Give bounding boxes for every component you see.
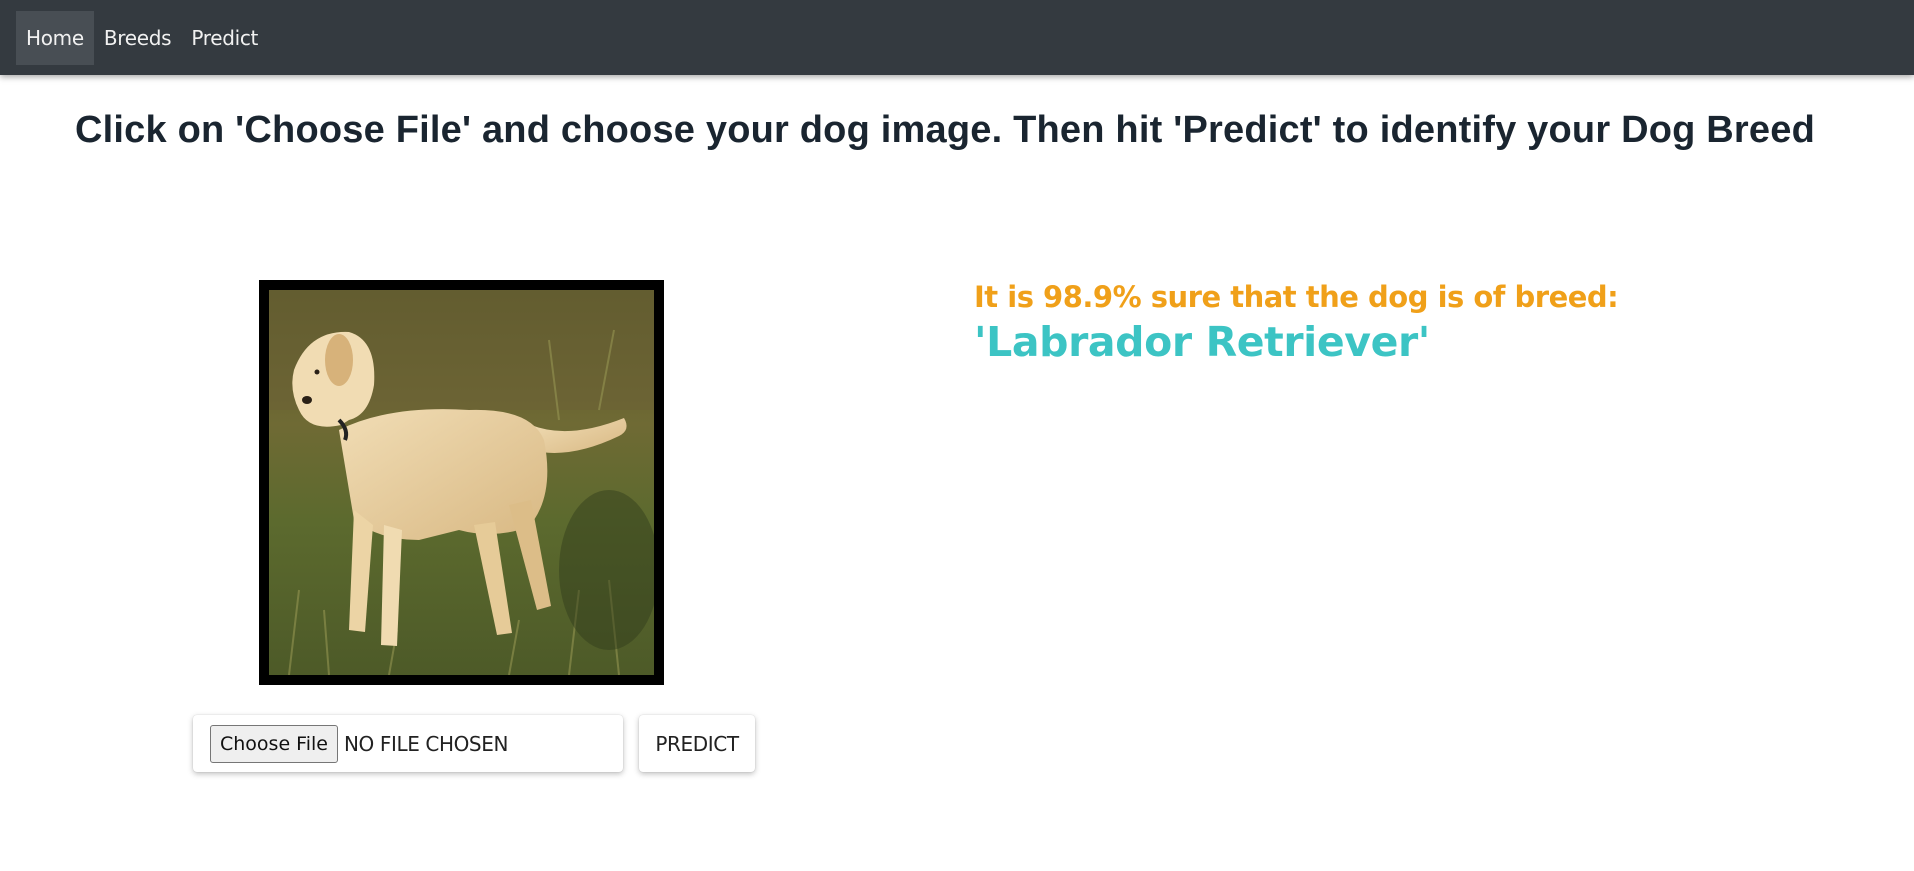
page-instruction: Click on 'Choose File' and choose your d… [75, 109, 1816, 151]
prediction-confidence: It is 98.9% sure that the dog is of bree… [974, 280, 1619, 314]
top-navbar: Home Breeds Predict [0, 0, 1914, 75]
nav-home[interactable]: Home [16, 10, 94, 65]
choose-file-button[interactable]: Choose File [210, 724, 338, 763]
nav-breeds[interactable]: Breeds [94, 11, 181, 65]
predict-button[interactable]: PREDICT [639, 715, 755, 772]
predicted-breed: 'Labrador Retriever' [974, 318, 1430, 366]
file-input[interactable]: Choose File NO FILE CHOSEN [193, 715, 623, 772]
file-status-text: NO FILE CHOSEN [343, 731, 509, 756]
dog-photo [269, 290, 654, 675]
dog-photo-frame [259, 280, 664, 685]
nav-predict[interactable]: Predict [181, 11, 268, 65]
